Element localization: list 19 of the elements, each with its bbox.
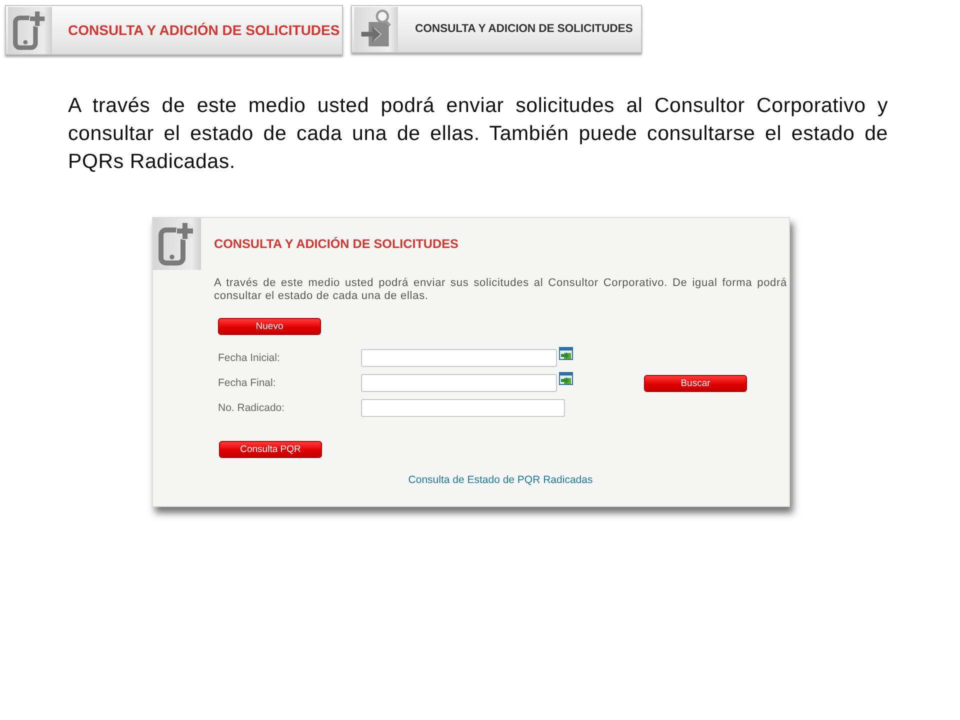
banner-title: CONSULTA Y ADICIÓN DE SOLICITUDES [68,22,340,38]
field-label: Fecha Inicial: [218,352,281,364]
intro-paragraph: A través de este medio usted podrá enviar solicitudes al Consultor Corporativo y consultar el estado de cada una de ellas. También puede consultarse el estado de PQRs Radicadas. [68,93,888,175]
date-input[interactable] [361,348,557,366]
search-button[interactable]: Buscar [644,374,747,392]
form-title: CONSULTA Y ADICIÓN DE SOLICITUDES [214,237,460,251]
arrow-magnifier-icon [354,6,398,52]
calendar-icon[interactable] [559,347,573,360]
number-input[interactable] [361,398,565,416]
form-description: A través de este medio usted podrá enviar sus solicitudes al Consultor Corporativo. De igual forma podrá consultar el estado de cada una de ellas. [214,277,787,303]
status-link[interactable]: Consulta de Estado de PQR Radicadas [408,474,593,486]
phone-plus-icon [8,6,52,54]
date-input[interactable] [361,374,557,392]
field-label: No. Radicado: [218,402,286,414]
new-button[interactable]: Nuevo [218,318,321,335]
banner-title: CONSULTA Y ADICION DE SOLICITUDES [415,23,633,35]
pqr-button[interactable]: Consulta PQR [219,441,322,458]
calendar-icon[interactable] [559,372,573,385]
field-label: Fecha Final: [218,376,277,388]
